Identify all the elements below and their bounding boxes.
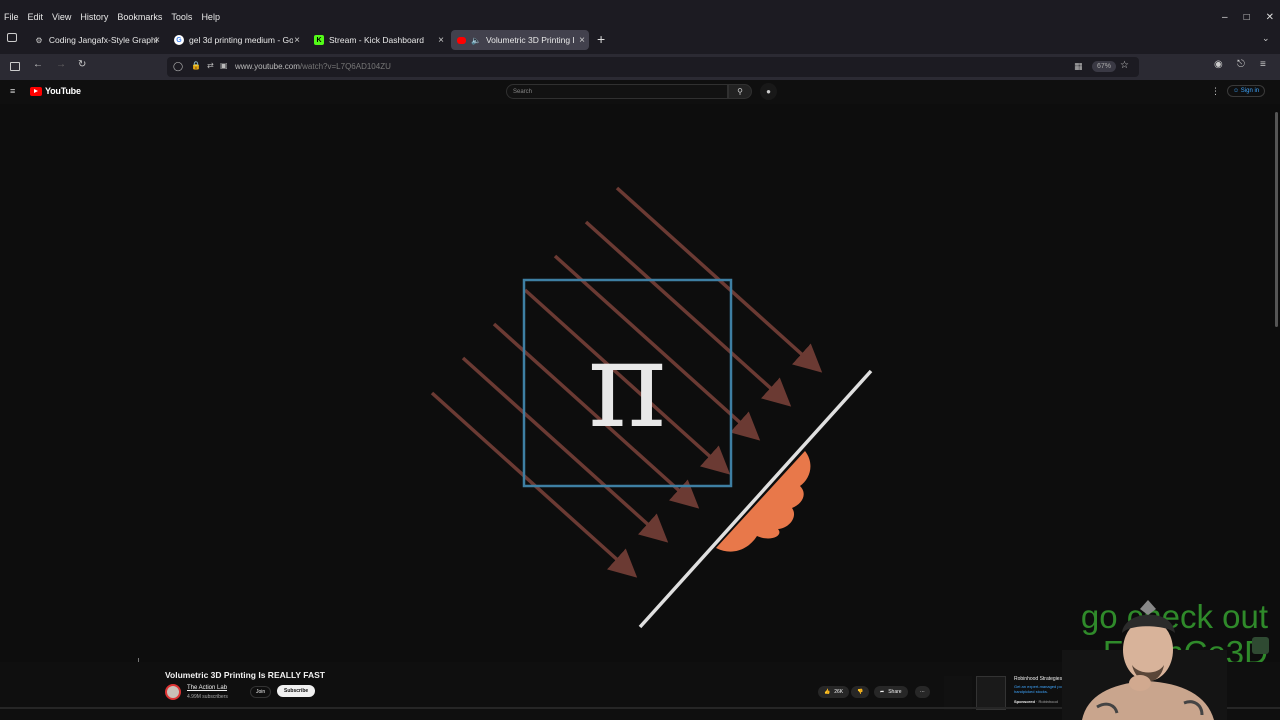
subscribe-button[interactable]: Subscribe [277, 685, 316, 697]
title-strip [0, 0, 1280, 8]
url-path: /watch?v=L7Q6AD104ZU [299, 62, 391, 71]
extensions-icon[interactable]: ⎋ [1237, 59, 1245, 70]
ad-thumbnail-2 [976, 676, 1006, 710]
pi-symbol: π [588, 316, 667, 455]
streamer-webcam [1062, 600, 1227, 720]
tab-bar: ⚙ Coding Jangafx-Style Graphi × G gel 3d… [0, 26, 1280, 54]
video-title: Volumetric 3D Printing Is REALLY FAST [165, 670, 325, 680]
page-scrollbar[interactable] [1275, 112, 1278, 327]
sign-in-label: Sign in [1240, 88, 1260, 94]
voice-search-button[interactable]: ● [760, 83, 777, 100]
tip-jar-icon[interactable] [1252, 637, 1269, 654]
back-icon[interactable]: ← [33, 59, 43, 70]
app-menu-icon[interactable]: ≡ [1260, 59, 1266, 70]
channel-name[interactable]: The Action Lab [187, 685, 227, 691]
close-window-icon[interactable]: ✕ [1266, 12, 1274, 23]
share-button[interactable]: ➦ Share [874, 686, 908, 698]
menu-view[interactable]: View [52, 12, 71, 22]
permissions-icon[interactable]: ⇄ [207, 61, 214, 70]
tab-close-icon[interactable]: × [294, 35, 300, 46]
like-count: 26K [834, 689, 844, 695]
sidebar-icon[interactable] [10, 62, 20, 71]
more-horizontal-icon: ⋯ [920, 689, 925, 695]
menu-history[interactable]: History [80, 12, 108, 22]
reload-icon[interactable]: ↻ [78, 59, 86, 70]
url-host: www.youtube.com [235, 62, 300, 71]
zoom-level[interactable]: 67% [1092, 61, 1117, 72]
menu-bar: File Edit View History Bookmarks Tools H… [0, 8, 1280, 26]
url-text[interactable]: www.youtube.com/watch?v=L7Q6AD104ZU [235, 62, 391, 71]
ad-advertiser: · Robinhood [1036, 699, 1058, 704]
share-label: Share [888, 689, 902, 695]
microphone-icon: ● [766, 87, 771, 96]
video-frame-illustration: π [430, 186, 873, 629]
menu-tools[interactable]: Tools [171, 12, 192, 22]
tab-close-icon[interactable]: × [154, 35, 160, 46]
tab-volumetric-3d[interactable]: 🔈 Volumetric 3D Printing I × [451, 30, 589, 50]
projection-plane [638, 369, 873, 629]
tab-overview-icon[interactable] [7, 33, 17, 42]
shield-icon[interactable]: ◯ [173, 61, 183, 72]
sponsored-ad[interactable]: Robinhood Strategies Get an expert-manag… [944, 674, 1076, 710]
navigation-bar: ← → ↻ ◯ 🔒 ⇄ ▣ www.youtube.com/watch?v=L7… [0, 54, 1280, 80]
dislike-button[interactable]: 👎 [851, 686, 870, 698]
menu-file[interactable]: File [4, 12, 19, 22]
ad-thumbnail-1 [944, 676, 972, 710]
reader-view-icon[interactable]: ▦ [1074, 61, 1083, 72]
minimize-icon[interactable]: – [1222, 12, 1228, 23]
join-button[interactable]: Join [250, 686, 272, 698]
channel-avatar[interactable] [165, 684, 181, 700]
search-icon: ⚲ [737, 87, 743, 96]
account-icon[interactable]: ◉ [1214, 59, 1223, 70]
youtube-icon [457, 36, 466, 44]
ad-sponsored-label: Sponsored · Robinhood [1014, 699, 1058, 704]
google-icon: G [174, 35, 184, 45]
menu-help[interactable]: Help [201, 12, 220, 22]
youtube-header: ≡ YouTube Search ⚲ ● ⋮ ☺ Sign in [0, 80, 1280, 104]
ad-title[interactable]: Robinhood Strategies [1014, 676, 1062, 682]
guide-menu-icon[interactable]: ≡ [10, 86, 15, 96]
tab-list-chevron-icon[interactable]: ⌄ [1262, 33, 1270, 44]
sign-in-button[interactable]: ☺ Sign in [1227, 85, 1266, 97]
new-tab-icon[interactable]: + [597, 31, 605, 47]
menu-edit[interactable]: Edit [28, 12, 44, 22]
youtube-play-icon [30, 86, 42, 96]
more-options-icon[interactable]: ⋮ [1211, 86, 1220, 97]
forward-icon[interactable]: → [56, 59, 66, 70]
more-actions-button[interactable]: ⋯ [915, 686, 930, 698]
youtube-wordmark: YouTube [45, 86, 81, 96]
speaker-icon[interactable]: 🔈 [471, 36, 481, 45]
tab-coding-jangafx[interactable]: ⚙ Coding Jangafx-Style Graphi × [28, 30, 164, 50]
tab-close-icon[interactable]: × [438, 35, 444, 46]
kick-icon: K [314, 35, 324, 45]
like-button[interactable]: 👍 26K [818, 686, 850, 698]
thumbs-down-icon: 👎 [857, 689, 864, 695]
thumbs-up-icon: 👍 [824, 689, 831, 695]
screen: File Edit View History Bookmarks Tools H… [0, 0, 1280, 720]
user-icon: ☺ [1233, 88, 1241, 94]
tab-kick-dashboard[interactable]: K Stream - Kick Dashboard × [308, 30, 448, 50]
tab-close-icon[interactable]: × [579, 35, 585, 46]
window-controls: – □ ✕ [1222, 8, 1274, 26]
gear-icon: ⚙ [35, 35, 43, 45]
share-icon: ➦ [880, 689, 885, 695]
search-input[interactable]: Search [506, 84, 728, 99]
camera-permission-icon[interactable]: ▣ [220, 61, 228, 70]
video-player[interactable]: π go check out FlashCo3D [0, 104, 1280, 671]
search-button[interactable]: ⚲ [728, 84, 752, 99]
maximize-icon[interactable]: □ [1244, 12, 1250, 23]
subscriber-count: 4.99M subscribers [187, 694, 228, 700]
tab-gel-search[interactable]: G gel 3d printing medium - Go × [168, 30, 304, 50]
sponsored-tag: Sponsored [1014, 699, 1035, 704]
bookmark-star-icon[interactable]: ☆ [1120, 60, 1129, 71]
youtube-logo[interactable]: YouTube [30, 86, 81, 96]
menu-bookmarks[interactable]: Bookmarks [117, 12, 162, 22]
lock-icon[interactable]: 🔒 [191, 61, 201, 70]
address-bar[interactable]: ◯ 🔒 ⇄ ▣ www.youtube.com/watch?v=L7Q6AD10… [167, 57, 1139, 77]
